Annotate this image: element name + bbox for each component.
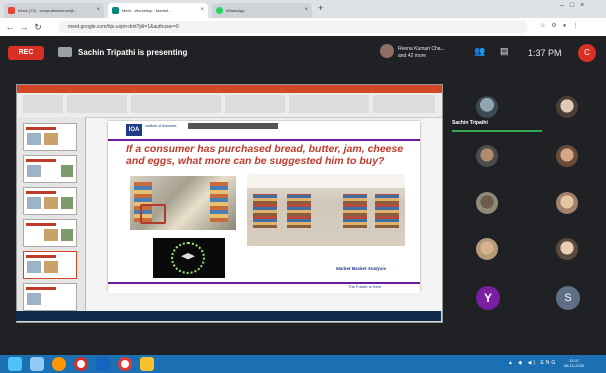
ribbon-group-clipboard (23, 95, 63, 113)
active-speaker-indicator (452, 130, 542, 132)
tab-label: Inbox (72) - computerscience@... (18, 8, 78, 13)
slide-footer-text: The Future is Here (348, 284, 382, 289)
ribbon-group-drawing (289, 95, 369, 113)
participant-tile[interactable] (556, 238, 578, 260)
ioa-logo: IOA (126, 124, 142, 136)
back-icon[interactable]: ← (4, 20, 16, 34)
meeting-time: 1:37 PM (528, 48, 562, 58)
participant-tile[interactable] (556, 192, 578, 214)
logo-subtitle: Institute of Actuaries (145, 124, 177, 128)
store-interior-image (247, 174, 405, 246)
slide-thumbnail[interactable] (23, 187, 77, 215)
slide-thumbnail[interactable] (23, 155, 77, 183)
whatsapp-icon (216, 7, 223, 14)
avatar[interactable]: Y (476, 286, 500, 310)
chrome-icon[interactable] (118, 357, 132, 371)
system-tray-icons[interactable]: ▲ ◆ ◀) ENG (508, 360, 557, 366)
windows-taskbar: ▲ ◆ ◀) ENG 13:37 08-11-2020 (0, 355, 606, 373)
window-controls[interactable]: –□× (560, 2, 590, 9)
presentation-icon (58, 47, 72, 57)
address-bar-row: ← → ↻ meet.google.com/hjs-uojm-dmt?pli=1… (0, 18, 606, 37)
slide-thumbnails (17, 117, 86, 311)
taskbar-clock[interactable]: 13:37 08-11-2020 (564, 358, 584, 368)
avatar[interactable]: S (556, 286, 580, 310)
start-icon[interactable] (8, 357, 22, 371)
chat-icon[interactable]: ▤ (500, 46, 509, 57)
tab-label: Meet - Workshop - Market ... (122, 8, 173, 13)
powerpoint-titlebar (17, 85, 442, 93)
tab-label: WhatsApp (226, 8, 245, 13)
supermarket-aisle-image (130, 176, 236, 230)
meet-header: REC Sachin Tripathi is presenting Reena … (0, 36, 606, 72)
opera-icon[interactable] (74, 357, 88, 371)
tab-whatsapp[interactable]: WhatsApp × (212, 3, 312, 18)
meet-icon (112, 7, 119, 14)
ribbon-group-slides (67, 95, 127, 113)
shared-taskbar (16, 311, 441, 321)
recording-badge: REC (8, 46, 44, 60)
reload-icon[interactable]: ↻ (32, 20, 44, 34)
tab-meet[interactable]: Meet - Workshop - Market ... × (108, 3, 208, 18)
slide-canvas: IOA Institute of Actuaries If a consumer… (108, 121, 420, 293)
participant-name: Sachin Tripathi (452, 120, 488, 126)
participant-tile[interactable] (556, 96, 578, 118)
participant-tile[interactable] (556, 145, 578, 167)
clock-date: 08-11-2020 (564, 363, 585, 368)
slide-thumbnail[interactable] (23, 219, 77, 247)
ribbon-group-font (131, 95, 221, 113)
presenter-toolstrip[interactable] (188, 123, 278, 129)
explorer-icon[interactable] (30, 357, 44, 371)
url-input[interactable]: meet.google.com/hjs-uojm-dmt?pli=1&authu… (58, 21, 528, 33)
firefox-icon[interactable] (52, 357, 66, 371)
participants-summary[interactable]: Reena Kumari Cha... and 42 more (380, 42, 460, 66)
slide-thumbnail[interactable] (23, 123, 77, 151)
slide-caption: Market Basket Analysis (336, 266, 387, 271)
participant-name: Reena Kumari Cha... (398, 46, 445, 52)
avatar (380, 44, 394, 58)
close-icon[interactable]: × (304, 3, 308, 18)
slide-question: If a consumer has purchased bread, butte… (126, 143, 404, 167)
tab-inbox[interactable]: Inbox (72) - computerscience@... × (4, 3, 104, 18)
extension-icons[interactable]: ☆⚙●⋮ (540, 22, 584, 29)
ribbon-group-paragraph (225, 95, 285, 113)
slide-header: IOA Institute of Actuaries (108, 121, 420, 141)
participant-count: and 42 more (398, 53, 427, 59)
participant-tile[interactable] (476, 145, 498, 167)
new-tab-button[interactable]: + (318, 3, 323, 13)
slide-thumbnail[interactable] (23, 283, 77, 311)
graduation-cap-graphic (153, 238, 225, 278)
presenting-label: Sachin Tripathi is presenting (78, 48, 188, 57)
folder-icon[interactable] (140, 357, 154, 371)
forward-icon[interactable]: → (18, 20, 30, 34)
participant-tile-self[interactable] (476, 96, 498, 118)
browser-tab-bar: Inbox (72) - computerscience@... × Meet … (0, 0, 606, 18)
participant-tile[interactable] (476, 238, 498, 260)
gmail-icon (8, 7, 15, 14)
close-icon[interactable]: × (200, 3, 204, 18)
avatar[interactable]: C (578, 44, 596, 62)
people-icon[interactable]: 👥 (474, 46, 485, 57)
outlook-icon[interactable] (96, 357, 110, 371)
ribbon-group-editing (373, 95, 435, 113)
slide-thumbnail-active[interactable] (23, 251, 77, 279)
participant-tile[interactable] (476, 192, 498, 214)
close-icon[interactable]: × (96, 3, 100, 18)
powerpoint-ribbon (17, 93, 442, 118)
rec-label: REC (18, 49, 34, 56)
